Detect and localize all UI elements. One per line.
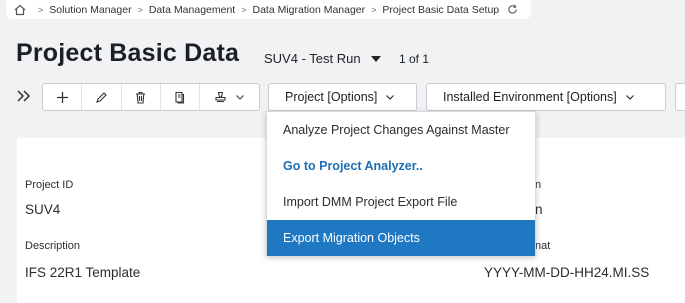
menu-item-analyze-project-changes[interactable]: Analyze Project Changes Against Master	[267, 112, 535, 148]
chevron-right-icon: >	[38, 4, 44, 15]
chevron-down-icon	[386, 95, 395, 100]
caret-down-icon	[370, 55, 381, 62]
record-selector[interactable]: SUV4 - Test Run	[264, 51, 381, 66]
home-icon[interactable]	[14, 4, 26, 16]
date-format-value: YYYY-MM-DD-HH24.MI.SS	[484, 265, 650, 280]
chevron-down-icon	[236, 95, 244, 100]
breadcrumb-item-solution-manager[interactable]: Solution Manager	[49, 4, 131, 16]
more-actions-button[interactable]	[200, 84, 259, 110]
partial-field-value: n	[535, 202, 543, 217]
duplicate-button[interactable]	[161, 84, 201, 110]
menu-item-import-dmm-project-export[interactable]: Import DMM Project Export File	[267, 184, 535, 220]
chevron-down-icon	[625, 95, 634, 100]
plus-icon	[56, 91, 68, 103]
description-label: Description	[25, 240, 81, 252]
installed-environment-options-label: Installed Environment [Options]	[443, 90, 617, 104]
date-format-label: nat	[535, 240, 551, 252]
breadcrumb-item-data-migration-manager[interactable]: Data Migration Manager	[253, 4, 366, 16]
chevron-right-icon: >	[241, 4, 247, 15]
project-options-menu: Analyze Project Changes Against Master G…	[266, 111, 536, 256]
project-options-label: Project [Options]	[285, 90, 378, 104]
installed-environment-options-button[interactable]: Installed Environment [Options]	[426, 83, 666, 111]
breadcrumb-item-project-basic-data-setup: Project Basic Data Setup	[382, 3, 500, 16]
project-id-value: SUV4	[25, 202, 61, 217]
pencil-icon	[96, 91, 107, 103]
trash-icon	[136, 91, 146, 104]
edit-button[interactable]	[82, 84, 122, 110]
delete-button[interactable]	[122, 84, 161, 110]
chevron-right-icon: >	[137, 4, 143, 15]
menu-item-go-to-project-analyzer[interactable]: Go to Project Analyzer..	[267, 148, 535, 184]
refresh-icon[interactable]	[507, 4, 518, 15]
command-button-group	[42, 83, 260, 111]
overflow-options-button[interactable]	[675, 83, 685, 111]
chevron-right-icon: >	[371, 4, 377, 15]
description-value: IFS 22R1 Template	[25, 265, 141, 280]
menu-item-export-migration-objects[interactable]: Export Migration Objects	[267, 220, 535, 256]
double-chevron-right-icon[interactable]	[14, 86, 34, 106]
record-count: 1 of 1	[399, 52, 430, 66]
breadcrumb: > Solution Manager > Data Management > D…	[6, 0, 531, 19]
add-button[interactable]	[43, 84, 83, 110]
project-id-label: Project ID	[25, 179, 74, 191]
breadcrumb-item-data-management[interactable]: Data Management	[149, 4, 235, 16]
page-title: Project Basic Data	[16, 39, 240, 67]
record-selector-label: SUV4 - Test Run	[264, 51, 361, 66]
project-options-button[interactable]: Project [Options]	[268, 83, 417, 111]
copy-document-icon	[175, 91, 185, 104]
stamp-icon	[215, 91, 226, 102]
